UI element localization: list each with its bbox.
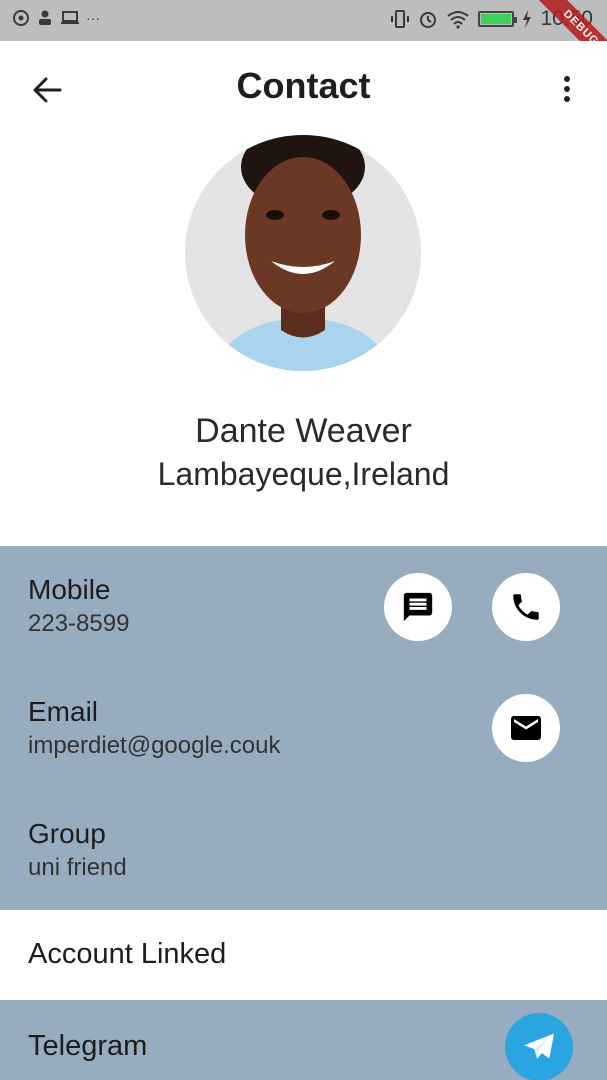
status-bar: ··· 10:50 DEBUG [0, 0, 607, 78]
telegram-icon [523, 1033, 555, 1059]
telegram-button[interactable] [505, 1013, 573, 1080]
battery-level [481, 14, 512, 24]
avatar-portrait [185, 135, 421, 371]
mobile-label: Mobile [28, 574, 111, 605]
email-value: imperdiet@google.couk [28, 732, 281, 759]
mobile-row: Mobile 223-8599 [28, 574, 129, 638]
wifi-icon [447, 11, 470, 29]
email-label: Email [28, 696, 99, 727]
group-value: uni friend [28, 854, 127, 881]
account-linked-header: Account Linked [0, 910, 607, 1000]
mail-icon [511, 716, 541, 740]
avatar [185, 135, 421, 371]
sync-icon [13, 10, 29, 26]
email-row: Email imperdiet@google.couk [28, 696, 281, 760]
contact-location: Lambayeque,Ireland [157, 456, 450, 492]
battery-icon [478, 11, 518, 27]
notification-icons: ··· [12, 9, 100, 27]
telegram-row[interactable]: Telegram [0, 1000, 607, 1080]
mobile-value: 223-8599 [28, 610, 130, 637]
page-title: Contact [236, 65, 371, 106]
alarm-icon [420, 12, 437, 28]
charging-icon [523, 10, 532, 28]
message-button[interactable] [384, 573, 452, 641]
vibrate-icon [391, 10, 410, 28]
call-button[interactable] [492, 573, 560, 641]
more-options-button[interactable] [549, 69, 585, 109]
more-notifications-icon: ··· [86, 10, 100, 26]
group-label: Group [28, 818, 106, 849]
more-vert-icon [564, 76, 570, 82]
app-bar: Contact [0, 41, 607, 135]
phone-icon [513, 594, 539, 620]
contact-name: Dante Weaver [195, 412, 412, 450]
person-icon [39, 10, 51, 25]
message-icon [403, 592, 433, 622]
group-row: Group uni friend [28, 818, 127, 882]
email-button[interactable] [492, 694, 560, 762]
laptop-icon [61, 11, 79, 24]
telegram-label: Telegram [28, 1030, 148, 1062]
contact-details: Mobile 223-8599 Email imperdiet@google.c… [0, 546, 607, 910]
account-linked-label: Account Linked [28, 938, 227, 970]
